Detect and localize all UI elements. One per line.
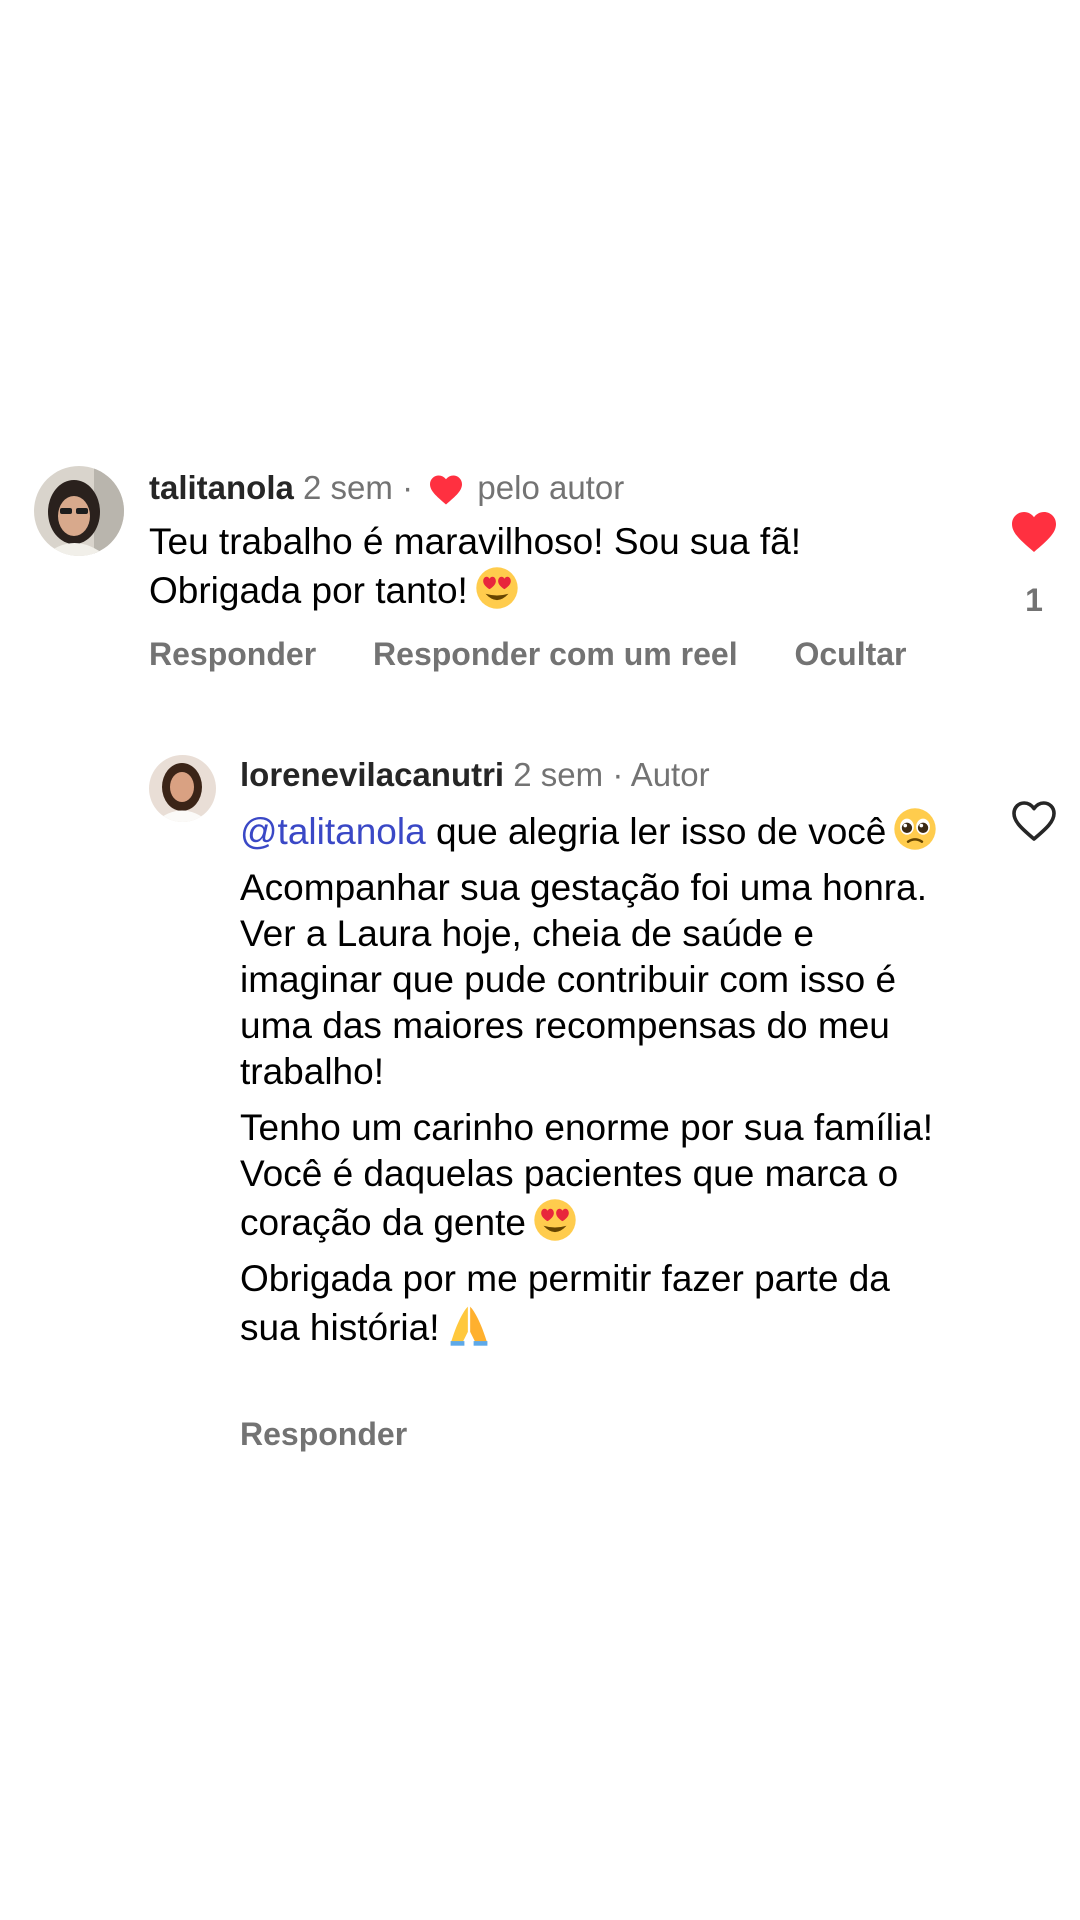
comment-text: @talitanola que alegria ler isso de você…: [240, 806, 940, 1361]
username[interactable]: lorenevilacanutri: [240, 756, 504, 793]
separator: ·: [402, 469, 414, 506]
comment-line-with-emoji: Obrigada por tanto!: [149, 565, 969, 614]
comment-paragraph-text: que alegria ler isso de você: [435, 811, 887, 852]
comment-paragraph: Tenho um carinho enorme por sua família!…: [240, 1105, 940, 1246]
pleading-face-emoji: [892, 806, 938, 852]
heart-eyes-emoji: [474, 565, 520, 611]
separator: ·: [612, 756, 624, 793]
mention-link[interactable]: @talitanola: [240, 811, 426, 852]
avatar-photo: [34, 466, 124, 556]
avatar[interactable]: [149, 755, 216, 822]
like-count[interactable]: 1: [1010, 582, 1058, 619]
reply-button[interactable]: Responder: [149, 636, 316, 672]
heart-outline-icon[interactable]: [1010, 799, 1058, 843]
comment-line: Teu trabalho é maravilhoso! Sou sua fã!: [149, 521, 801, 562]
heart-eyes-emoji: [532, 1197, 578, 1243]
heart-filled-icon: [428, 474, 464, 506]
comment-text: Teu trabalho é maravilhoso! Sou sua fã! …: [149, 519, 969, 614]
avatar-photo: [149, 755, 216, 822]
hide-button[interactable]: Ocultar: [794, 636, 906, 672]
timestamp: 2 sem: [303, 469, 393, 506]
reply-with-reel-button[interactable]: Responder com um reel: [373, 636, 738, 672]
folded-hands-emoji: [446, 1302, 492, 1348]
timestamp: 2 sem: [513, 756, 604, 793]
avatar[interactable]: [34, 466, 124, 556]
comment-paragraph-text: Tenho um carinho enorme por sua família!…: [240, 1107, 934, 1243]
author-label: Autor: [630, 756, 710, 793]
comment-actions: Responder Responder com um reel Ocultar: [149, 634, 955, 674]
comment-meta: talitanola 2 sem · pelo autor: [149, 468, 624, 508]
username[interactable]: talitanola: [149, 469, 294, 506]
comment-actions: Responder: [240, 1414, 455, 1454]
reply-button[interactable]: Responder: [240, 1416, 407, 1452]
liked-by-author-label: pelo autor: [477, 469, 625, 506]
comment-paragraph: Obrigada por me permitir fazer parte da …: [240, 1256, 940, 1351]
comment-paragraph: @talitanola que alegria ler isso de você: [240, 806, 940, 855]
comment-paragraph-text: Obrigada por me permitir fazer parte da …: [240, 1258, 890, 1348]
heart-filled-icon[interactable]: [1010, 510, 1058, 554]
comment-line: Obrigada por tanto!: [149, 570, 468, 611]
comment-meta: lorenevilacanutri 2 sem · Autor: [240, 755, 710, 795]
comment-paragraph: Acompanhar sua gestação foi uma honra. V…: [240, 867, 927, 1092]
